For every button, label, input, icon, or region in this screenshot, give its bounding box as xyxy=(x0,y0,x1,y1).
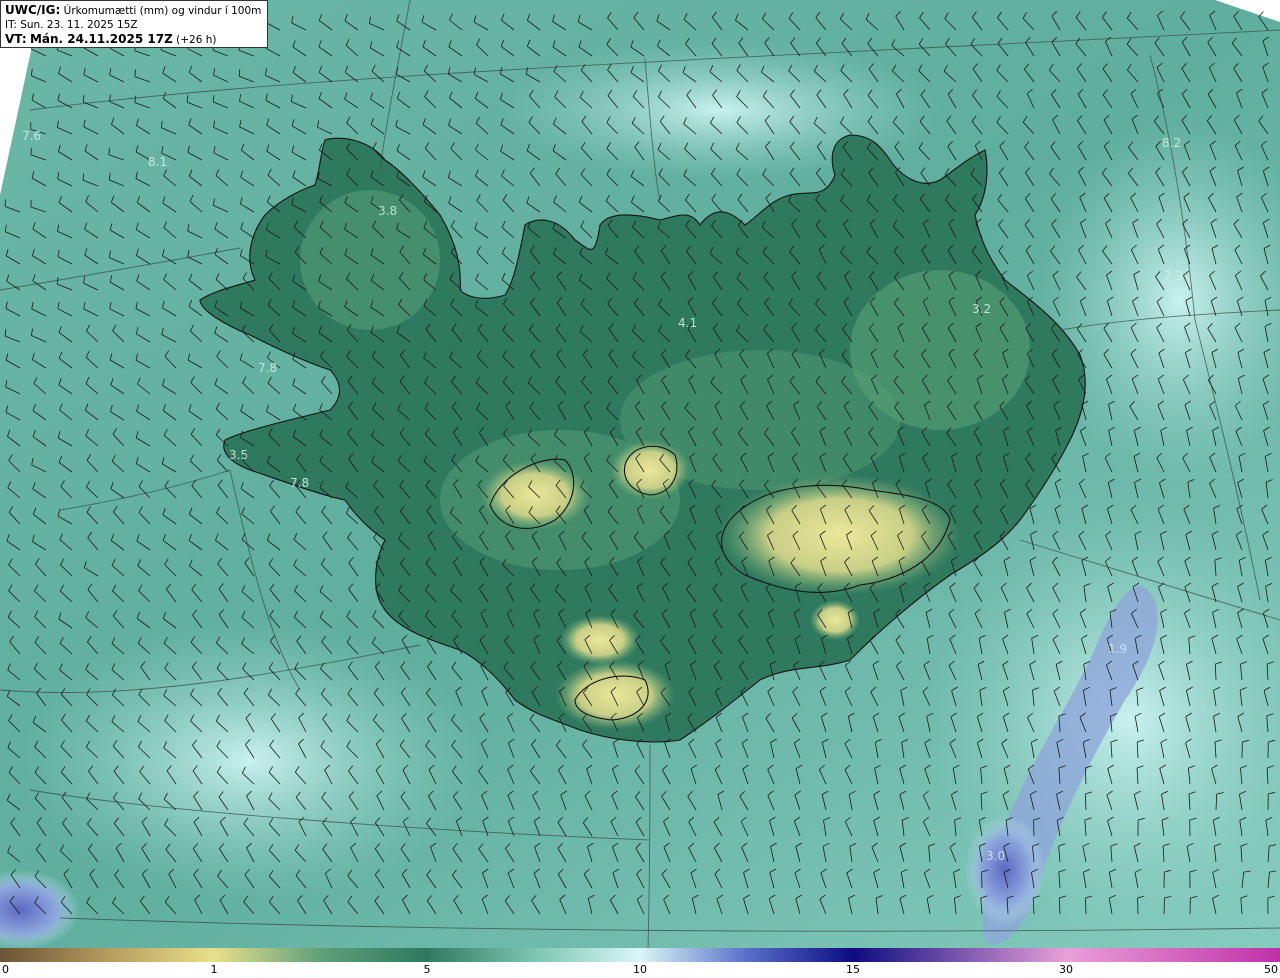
title-line: UWC/IG: Úrkomumætti (mm) og vindur í 100… xyxy=(5,3,263,18)
wind-barb-staff xyxy=(1085,897,1087,915)
valid-time-line: VT: Mán. 24.11.2025 17Z (+26 h) xyxy=(5,32,263,47)
heavy-precip-core xyxy=(965,815,1045,925)
map-value-label: 7.2 xyxy=(1164,269,1183,283)
map-value-label: 7.8 xyxy=(290,476,309,490)
map-info-box: UWC/IG: Úrkomumætti (mm) og vindur í 100… xyxy=(0,0,268,48)
colorbar-tick: 30 xyxy=(1059,963,1073,976)
map-value-label: 3.8 xyxy=(378,204,397,218)
glacier-hofsjokull xyxy=(610,440,690,500)
glacier-oraefajokull xyxy=(810,600,860,640)
colorbar xyxy=(0,948,1280,962)
colorbar-tick: 50 xyxy=(1264,963,1278,976)
colorbar-tick: 0 xyxy=(2,963,9,976)
map-value-label: 7.6 xyxy=(22,129,41,143)
glacier-langjokull xyxy=(480,460,590,530)
light-precip-area xyxy=(20,620,480,900)
map-value-label: 1.9 xyxy=(1108,642,1127,656)
colorbar-tick: 1 xyxy=(210,963,218,976)
map-value-label: 7.8 xyxy=(258,361,277,375)
map-value-label: 8.2 xyxy=(1162,136,1181,150)
map-value-label: 8.1 xyxy=(148,155,167,169)
colorbar-tick: 5 xyxy=(423,963,431,976)
valid-time-code: VT: xyxy=(5,32,27,46)
colorbar-tick: 10 xyxy=(633,963,647,976)
map-value-label: 3.2 xyxy=(972,302,991,316)
terrain-shading xyxy=(850,270,1030,430)
map-value-label: 3.5 xyxy=(229,448,248,462)
colorbar-ticks: 0 1 5 10 15 30 50 xyxy=(0,962,1280,978)
title-text: Úrkomumætti (mm) og vindur í 100m hæð xyxy=(63,5,263,17)
valid-time-text: Mán. 24.11.2025 17Z xyxy=(29,32,173,46)
lead-time: (+26 h) xyxy=(176,34,217,46)
title-code: UWC/IG: xyxy=(5,3,61,17)
map-value-label: 4.1 xyxy=(678,316,697,330)
map-value-label: 3.0 xyxy=(986,849,1005,863)
wind-barb-staff xyxy=(1163,897,1165,915)
glacier-vatnajokull xyxy=(720,475,960,595)
initial-time: IT: Sun. 23. 11. 2025 15Z xyxy=(5,19,138,31)
wind-barb-flag xyxy=(30,147,32,155)
colorbar-ramp xyxy=(0,948,1280,962)
glacier-eyjafjallajokull xyxy=(560,615,640,665)
precipitation-wind-map: 7.6 8.1 3.8 4.1 3.2 7.2 8.2 7.8 3.5 7.8 … xyxy=(0,0,1280,948)
colorbar-tick: 15 xyxy=(846,963,860,976)
